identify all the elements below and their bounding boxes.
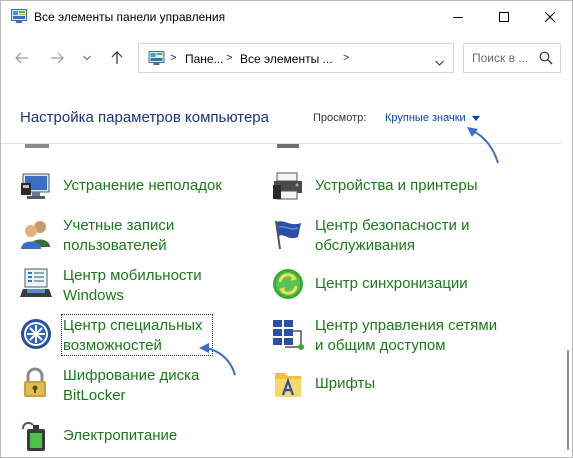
partial-item-icon: [277, 144, 299, 148]
partial-item-icon: [25, 144, 49, 148]
user-accounts-icon: [19, 217, 53, 251]
breadcrumb-item[interactable]: Пане...: [185, 52, 224, 66]
forward-button[interactable]: [46, 47, 68, 69]
item-fonts[interactable]: Шрифты: [271, 367, 531, 401]
item-user-accounts[interactable]: Учетные записи пользователей: [19, 217, 259, 259]
address-bar[interactable]: > Пане... > Все элементы ... >: [138, 43, 454, 73]
item-label[interactable]: Шифрование диска: [63, 365, 199, 386]
item-label[interactable]: Центр безопасности и: [315, 215, 469, 236]
view-mode-dropdown[interactable]: Крупные значки: [385, 112, 480, 124]
item-label[interactable]: Windows: [63, 285, 124, 306]
item-label[interactable]: возможностей: [63, 335, 162, 356]
address-history-button[interactable]: [435, 53, 444, 71]
item-bitlocker[interactable]: Шифрование диска BitLocker: [19, 367, 259, 409]
fonts-icon: [271, 367, 305, 401]
arrow-right-icon: [51, 52, 64, 64]
item-mobility-center[interactable]: Центр мобильности Windows: [19, 267, 259, 309]
mobility-center-icon: [19, 267, 53, 301]
search-input[interactable]: [472, 51, 532, 65]
minimize-button[interactable]: [436, 1, 480, 33]
item-label[interactable]: Устройства и принтеры: [315, 175, 477, 196]
accessibility-icon: [19, 317, 53, 351]
search-icon[interactable]: [539, 51, 553, 70]
item-label[interactable]: Электропитание: [63, 425, 177, 446]
page-title: Настройка параметров компьютера: [20, 109, 269, 126]
item-power-options[interactable]: Электропитание: [19, 419, 259, 453]
window-title: Все элементы панели управления: [34, 10, 226, 24]
title-bar: Все элементы панели управления: [1, 1, 572, 34]
item-label[interactable]: Шрифты: [315, 373, 375, 394]
chevron-down-icon: [435, 60, 444, 66]
item-accessibility-center[interactable]: Центр специальных возможностей: [19, 314, 259, 359]
view-label: Просмотр:: [313, 112, 367, 124]
breadcrumb-separator-icon[interactable]: >: [343, 52, 349, 64]
control-panel-icon: [148, 51, 165, 65]
scrollbar-thumb[interactable]: [567, 350, 569, 450]
item-label[interactable]: BitLocker: [63, 385, 126, 406]
up-button[interactable]: [106, 47, 128, 69]
item-security-maintenance[interactable]: Центр безопасности и обслуживания: [271, 217, 531, 259]
item-label[interactable]: Центр мобильности: [63, 265, 202, 286]
vertical-scrollbar[interactable]: [562, 144, 572, 457]
item-label[interactable]: Устранение неполадок: [63, 175, 222, 196]
item-network-sharing-center[interactable]: Центр управления сетями и общим доступом: [271, 317, 531, 359]
control-panel-icon: [11, 9, 27, 23]
breadcrumb-separator-icon[interactable]: >: [170, 52, 176, 64]
item-label[interactable]: и общим доступом: [315, 335, 446, 356]
power-options-icon: [19, 419, 53, 453]
maximize-icon: [499, 12, 509, 22]
item-troubleshooting[interactable]: Устранение неполадок: [19, 169, 259, 203]
minimize-icon: [453, 17, 463, 18]
maximize-button[interactable]: [482, 1, 526, 33]
navigation-bar: > Пане... > Все элементы ... >: [1, 34, 572, 82]
troubleshooting-icon: [19, 169, 53, 203]
arrow-left-icon: [15, 52, 28, 64]
item-label[interactable]: Учетные записи: [63, 215, 174, 236]
item-devices-printers[interactable]: Устройства и принтеры: [271, 169, 531, 203]
security-flag-icon: [271, 217, 305, 251]
chevron-down-icon: [83, 55, 91, 61]
network-center-icon: [271, 317, 305, 351]
item-label[interactable]: Центр специальных: [63, 315, 203, 336]
breadcrumb-item[interactable]: Все элементы ...: [240, 52, 333, 66]
bitlocker-icon: [19, 367, 53, 401]
arrow-up-icon: [111, 51, 123, 64]
view-mode-value[interactable]: Крупные значки: [385, 112, 466, 124]
search-box[interactable]: [463, 43, 561, 73]
sync-center-icon: [271, 267, 305, 301]
item-label[interactable]: Центр управления сетями: [315, 315, 497, 336]
item-label[interactable]: обслуживания: [315, 235, 415, 256]
back-button[interactable]: [11, 47, 33, 69]
item-sync-center[interactable]: Центр синхронизации: [271, 267, 531, 301]
item-label[interactable]: Центр синхронизации: [315, 273, 468, 294]
devices-printers-icon: [271, 169, 305, 203]
recent-locations-button[interactable]: [76, 47, 98, 69]
item-label[interactable]: пользователей: [63, 235, 167, 256]
caret-down-icon[interactable]: [471, 116, 480, 121]
close-icon: [545, 12, 555, 22]
close-button[interactable]: [528, 1, 572, 33]
breadcrumb-separator-icon[interactable]: >: [226, 52, 232, 64]
control-panel-window: Все элементы панели управления > Пане...…: [0, 0, 573, 458]
